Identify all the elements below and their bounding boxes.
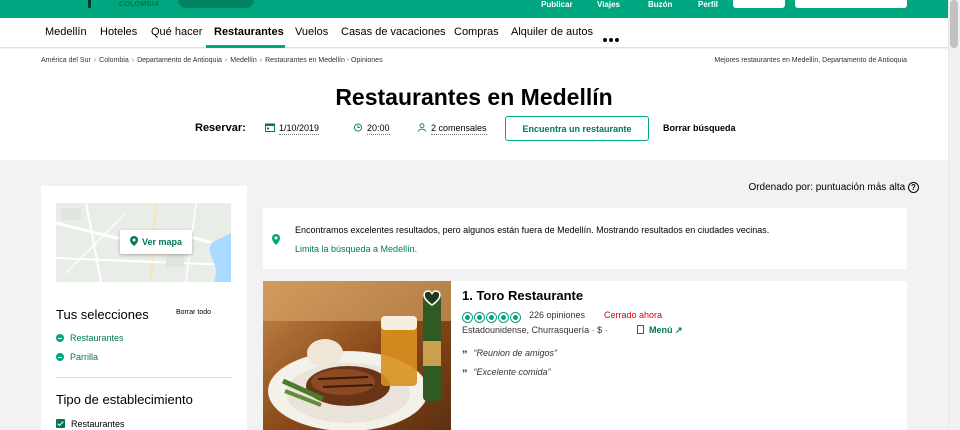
country-label: COLOMBIA — [119, 1, 160, 8]
date-picker[interactable]: 1/10/2019 — [265, 123, 320, 135]
restaurant-card[interactable]: 1. Toro Restaurante 226 opiniones Cerrad… — [263, 281, 907, 430]
date-value: 1/10/2019 — [279, 123, 320, 135]
crumb-medellin[interactable]: Medellín — [230, 57, 256, 64]
menu-label: Menú ↗ — [649, 325, 683, 335]
time-value: 20:00 — [367, 123, 390, 135]
remove-filter-icon[interactable] — [56, 353, 64, 361]
nav-vuelos[interactable]: Vuelos — [295, 26, 328, 38]
rating-bubble-icon — [486, 312, 497, 323]
rating-bubble-icon — [474, 312, 485, 323]
chevron-right-icon: › — [93, 57, 97, 64]
rating-bubbles — [462, 310, 522, 323]
logo[interactable] — [88, 0, 91, 8]
guests-picker[interactable]: 2 comensales — [417, 123, 487, 135]
nav-que-hacer[interactable]: Qué hacer — [151, 26, 202, 38]
viajes-link[interactable]: Viajes — [597, 0, 620, 9]
search-input[interactable] — [795, 0, 907, 8]
remove-filter-icon[interactable] — [56, 334, 64, 342]
chevron-right-icon: › — [131, 57, 135, 64]
crumb-colombia[interactable]: Colombia — [99, 57, 129, 64]
nav-compras[interactable]: Compras — [454, 26, 499, 38]
quote-icon: ” — [462, 368, 468, 380]
selection-label: Parrilla — [70, 352, 99, 362]
nav-casas-vacaciones[interactable]: Casas de vacaciones — [341, 26, 446, 38]
guests-value: 2 comensales — [431, 123, 487, 135]
nav-restaurantes[interactable]: Restaurantes — [214, 26, 284, 38]
nav-alquiler-autos[interactable]: Alquiler de autos — [511, 26, 593, 38]
save-heart-icon[interactable] — [423, 290, 441, 311]
review-snippet-text: “Excelente comida” — [473, 367, 551, 377]
notice-message: Encontramos excelentes resultados, pero … — [295, 225, 770, 235]
rating-bubble-icon — [510, 312, 521, 323]
status-closed: Cerrado ahora — [604, 310, 663, 320]
selection-label: Restaurantes — [70, 333, 124, 343]
view-map-button[interactable]: Ver mapa — [120, 230, 192, 254]
buzon-link[interactable]: Buzón — [648, 0, 672, 9]
publicar-link[interactable]: Publicar — [541, 0, 573, 9]
nearby-results-notice: Encontramos excelentes resultados, pero … — [263, 208, 907, 269]
crumb-antioquia[interactable]: Departamento de Antioquia — [137, 57, 222, 64]
country-pill[interactable] — [178, 0, 254, 8]
quote-icon: ” — [462, 349, 468, 361]
menu-link[interactable]: Menú ↗ — [637, 325, 683, 336]
nav-hoteles[interactable]: Hoteles — [100, 26, 137, 38]
chevron-right-icon: › — [224, 57, 228, 64]
review-count-link[interactable]: 226 opiniones — [529, 310, 585, 320]
clear-all-link[interactable]: Borrar todo — [176, 309, 211, 316]
find-restaurant-button[interactable]: Encuentra un restaurante — [505, 116, 649, 141]
filter-restaurantes-checkbox[interactable]: Restaurantes — [56, 419, 125, 429]
time-picker[interactable]: 20:00 — [353, 123, 390, 135]
chevron-right-icon: › — [259, 57, 263, 64]
rating-bubble-icon — [462, 312, 473, 323]
sort-label: Ordenado por: puntuación más alta — [748, 182, 906, 193]
menu-icon — [637, 325, 644, 334]
map-preview[interactable]: Ver mapa — [56, 203, 231, 282]
cuisine-label: Estadounidense, Churrasquería — [462, 325, 590, 335]
main-nav: Medellín Hoteles Qué hacer Restaurantes … — [0, 18, 948, 48]
restaurant-photo[interactable] — [263, 281, 451, 430]
limit-search-link[interactable]: Limita la búsqueda a Medellín. — [295, 244, 417, 254]
nav-active-indicator — [206, 45, 285, 48]
rating-bubble-icon — [498, 312, 509, 323]
map-pin-icon — [129, 236, 138, 246]
view-map-label: Ver mapa — [141, 237, 183, 247]
restaurant-name[interactable]: 1. Toro Restaurante — [462, 288, 583, 303]
selection-parrilla[interactable]: Parrilla — [56, 352, 98, 362]
calendar-icon — [265, 123, 275, 132]
filter-label: Restaurantes — [71, 419, 125, 429]
establishment-type-title: Tipo de establecimiento — [56, 392, 193, 407]
cuisine-info: Estadounidense, Churrasquería · $ · — [462, 325, 608, 335]
price-label: $ — [597, 325, 603, 335]
scrollbar-track[interactable] — [948, 0, 960, 430]
page-header: América del Sur › Colombia › Departamento de… — [0, 49, 948, 160]
selections-title: Tus selecciones — [56, 307, 149, 322]
scrollbar-thumb[interactable] — [950, 0, 958, 48]
sort-control[interactable]: Ordenado por: puntuación más alta ? — [748, 182, 919, 193]
nav-medellin[interactable]: Medellín — [45, 26, 87, 38]
divider — [56, 377, 232, 378]
login-button[interactable] — [733, 0, 785, 8]
checkbox-checked-icon[interactable] — [56, 419, 65, 428]
review-snippet-text: “Reunion de amigos” — [473, 348, 558, 358]
crumb-current: Restaurantes en Medellín - Opiniones — [265, 57, 383, 64]
top-bar: COLOMBIA Publicar Viajes Buzón Perfil — [0, 0, 948, 18]
page-title: Restaurantes en Medellín — [335, 84, 613, 110]
review-snippet[interactable]: ” “Excelente comida” — [462, 367, 551, 380]
breadcrumb-right: Mejores restaurantes en Medellín, Depart… — [714, 57, 907, 64]
review-snippet[interactable]: ” “Reunion de amigos” — [462, 348, 557, 361]
clock-icon — [353, 123, 363, 132]
crumb-america-sur[interactable]: América del Sur — [41, 57, 91, 64]
person-icon — [417, 123, 427, 132]
selection-restaurantes[interactable]: Restaurantes — [56, 333, 124, 343]
filters-sidebar: Ver mapa Tus selecciones Borrar todo Res… — [41, 186, 247, 430]
clear-search-button[interactable]: Borrar búsqueda — [663, 123, 736, 133]
more-dots-icon[interactable] — [603, 29, 621, 47]
map-pin-icon — [272, 234, 280, 245]
reserve-label: Reservar: — [195, 122, 246, 134]
breadcrumb: América del Sur › Colombia › Departamento de… — [41, 57, 383, 64]
perfil-link[interactable]: Perfil — [698, 0, 718, 9]
help-icon[interactable]: ? — [908, 182, 919, 193]
